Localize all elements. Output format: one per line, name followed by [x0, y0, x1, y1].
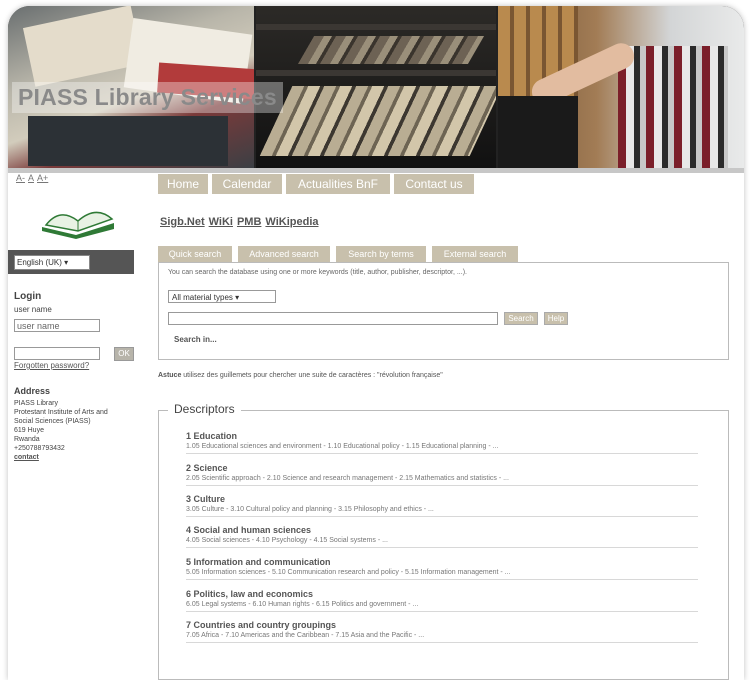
- search-button[interactable]: Search: [504, 312, 538, 325]
- font-size-controls: A- A A+: [16, 173, 51, 183]
- descriptor-category: 4 Social and human sciences 4.05 Social …: [186, 525, 698, 548]
- nav-actualities-bnf[interactable]: Actualities BnF: [286, 174, 390, 194]
- language-select[interactable]: English (UK) ▾: [14, 255, 90, 270]
- nav-contact-us[interactable]: Contact us: [394, 174, 474, 194]
- descriptor-category: 6 Politics, law and economics 6.05 Legal…: [186, 589, 698, 612]
- login-heading: Login: [14, 291, 42, 302]
- descriptor-category: 1 Education 1.05 Educational sciences an…: [186, 431, 698, 454]
- descriptor-category: 3 Culture 3.05 Culture - 3.10 Cultural p…: [186, 494, 698, 517]
- category-title[interactable]: 6 Politics, law and economics: [186, 589, 698, 599]
- descriptors-heading: Descriptors: [168, 402, 241, 416]
- material-type-selected: All material types: [172, 293, 233, 302]
- external-links: Sigb.Net WiKi PMB WiKipedia: [160, 216, 323, 228]
- nav-home[interactable]: Home: [158, 174, 208, 194]
- category-title[interactable]: 5 Information and communication: [186, 557, 698, 567]
- tab-quick-search[interactable]: Quick search: [158, 246, 232, 262]
- link-wikipedia[interactable]: WiKipedia: [265, 216, 318, 228]
- address-line: PIASS Library: [14, 400, 58, 407]
- descriptor-category: 2 Science 2.05 Scientific approach - 2.1…: [186, 463, 698, 486]
- language-selected: English (UK): [17, 258, 62, 267]
- descriptor-category: 7 Countries and country groupings 7.05 A…: [186, 620, 698, 643]
- address-line: Rwanda: [14, 436, 40, 443]
- help-button[interactable]: Help: [544, 312, 568, 325]
- font-normal-button[interactable]: A: [28, 173, 34, 183]
- tab-external-search[interactable]: External search: [432, 246, 518, 262]
- search-input[interactable]: [168, 312, 498, 325]
- search-in-label[interactable]: Search in...: [174, 335, 217, 344]
- tab-advanced-search[interactable]: Advanced search: [238, 246, 330, 262]
- address-heading: Address: [14, 386, 51, 396]
- descriptor-category: 5 Information and communication 5.05 Inf…: [186, 557, 698, 580]
- category-title[interactable]: 4 Social and human sciences: [186, 525, 698, 535]
- address-line: 619 Huye: [14, 427, 44, 434]
- tip-label: Astuce: [158, 372, 182, 379]
- forgotten-password-link[interactable]: Forgotten password?: [14, 361, 89, 370]
- search-help-text: You can search the database using one or…: [168, 269, 467, 276]
- category-subtopics[interactable]: 1.05 Educational sciences and environmen…: [186, 443, 698, 453]
- address-line: Social Sciences (PIASS): [14, 418, 91, 425]
- category-subtopics[interactable]: 2.05 Scientific approach - 2.10 Science …: [186, 475, 698, 485]
- site-title: PIASS Library Services: [12, 82, 283, 113]
- user-name-input[interactable]: user name: [14, 319, 100, 332]
- tab-search-by-terms[interactable]: Search by terms: [336, 246, 426, 262]
- category-title[interactable]: 1 Education: [186, 431, 698, 441]
- page-frame: PIASS Library Services A- A A+ English (UK…: [8, 6, 744, 680]
- font-decrease-button[interactable]: A-: [16, 173, 25, 183]
- banner-image-books: [498, 6, 744, 168]
- banner-image-shelf: [256, 6, 496, 168]
- address-line: +250788793432: [14, 445, 65, 452]
- category-subtopics[interactable]: 6.05 Legal systems - 6.10 Human rights -…: [186, 601, 698, 611]
- category-title[interactable]: 7 Countries and country groupings: [186, 620, 698, 630]
- material-type-select[interactable]: All material types ▾: [168, 290, 276, 303]
- search-tip: Astuce utilisez des guillemets pour cher…: [158, 372, 443, 379]
- category-title[interactable]: 2 Science: [186, 463, 698, 473]
- contact-link[interactable]: contact: [14, 453, 108, 462]
- user-name-label: user name: [14, 305, 52, 314]
- banner-divider: [8, 168, 744, 173]
- address-line: Protestant Institute of Arts and: [14, 409, 108, 416]
- category-subtopics[interactable]: 5.05 Information sciences - 5.10 Communi…: [186, 569, 698, 579]
- header-banner: PIASS Library Services: [8, 6, 744, 168]
- category-title[interactable]: 3 Culture: [186, 494, 698, 504]
- category-subtopics[interactable]: 3.05 Culture - 3.10 Cultural policy and …: [186, 506, 698, 516]
- tip-text: utilisez des guillemets pour chercher un…: [181, 372, 443, 379]
- category-subtopics[interactable]: 7.05 Africa - 7.10 Americas and the Cari…: [186, 632, 698, 642]
- search-panel: [158, 262, 729, 360]
- link-pmb[interactable]: PMB: [237, 216, 261, 228]
- login-ok-button[interactable]: OK: [114, 347, 134, 361]
- category-subtopics[interactable]: 4.05 Social sciences - 4.10 Psychology -…: [186, 537, 698, 547]
- font-increase-button[interactable]: A+: [37, 173, 48, 183]
- address-block: PIASS Library Protestant Institute of Ar…: [14, 399, 108, 462]
- password-input[interactable]: [14, 347, 100, 360]
- link-sigb-net[interactable]: Sigb.Net: [160, 216, 205, 228]
- open-book-logo: [42, 211, 114, 239]
- link-wiki[interactable]: WiKi: [209, 216, 233, 228]
- nav-calendar[interactable]: Calendar: [212, 174, 282, 194]
